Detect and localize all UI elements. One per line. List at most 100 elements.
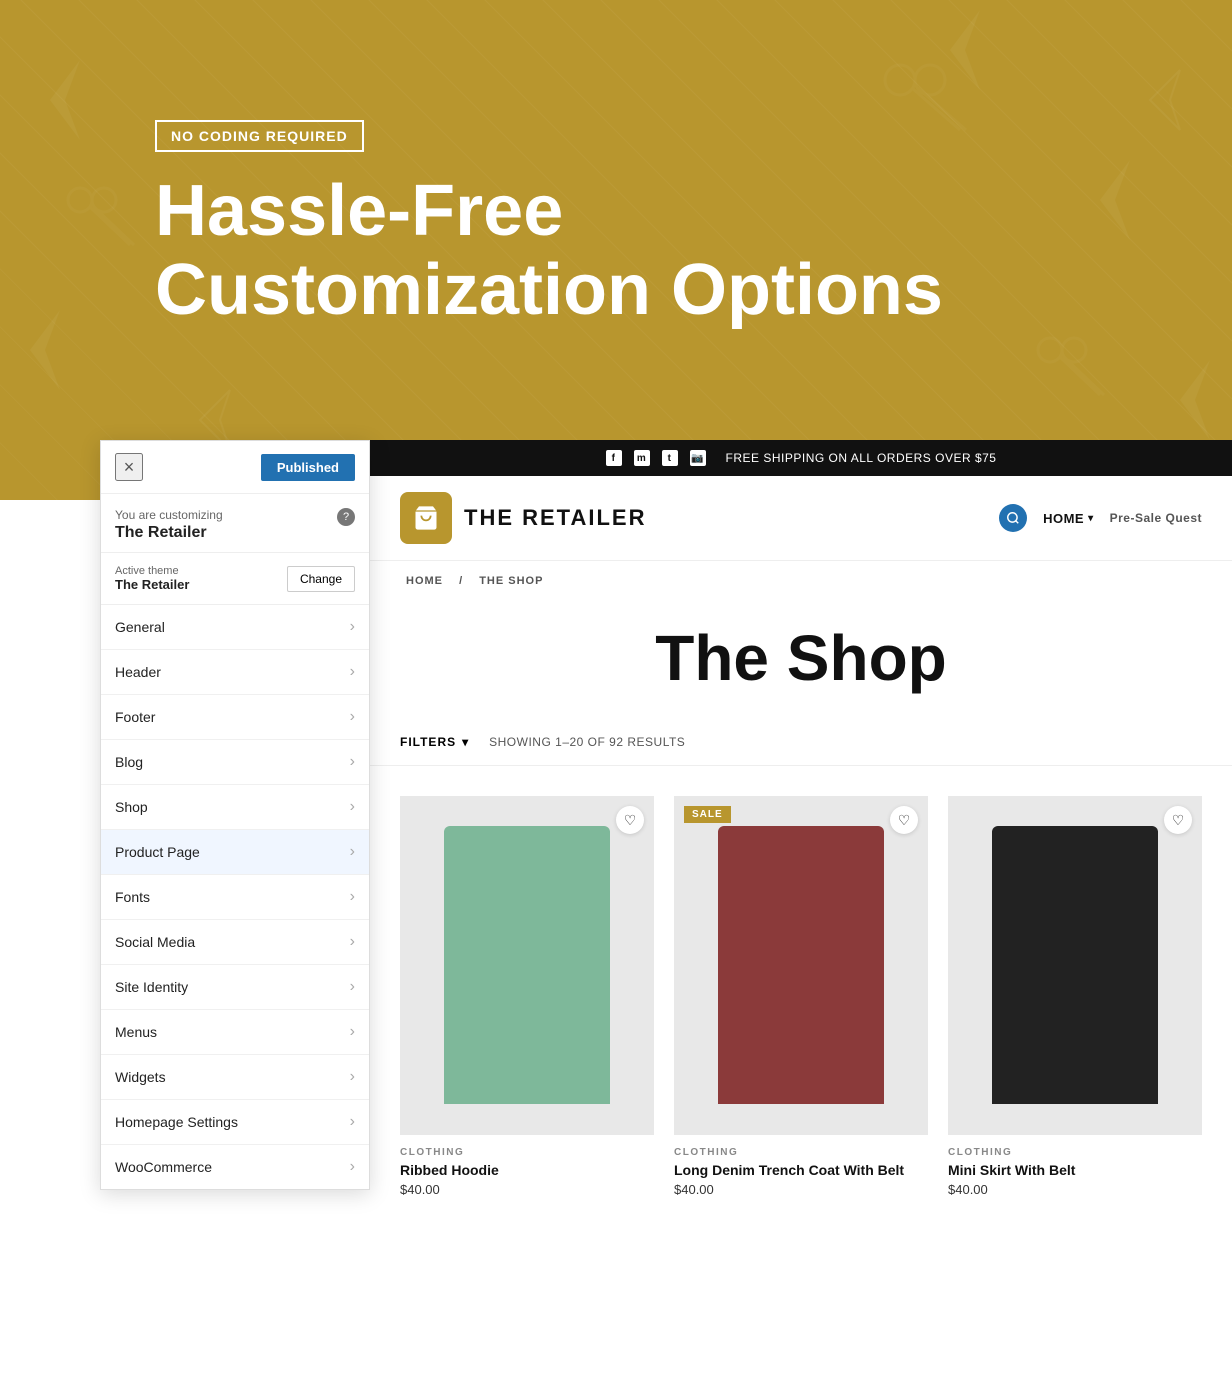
menu-item-social-media[interactable]: Social Media › — [101, 920, 369, 965]
hero-title: Hassle-Free Customization Options — [155, 172, 943, 330]
menu-item-label: Header — [115, 664, 161, 680]
product-grid: ♡ CLOTHING Ribbed Hoodie $40.00 SALE ♡ CLOTHIN… — [370, 786, 1232, 1207]
close-button[interactable]: × — [115, 453, 143, 481]
product-card: ♡ CLOTHING Ribbed Hoodie $40.00 — [390, 786, 664, 1207]
nav-search-icon[interactable] — [999, 504, 1027, 532]
preview-area: f m t 📷 FREE SHIPPING ON ALL ORDERS OVER… — [370, 440, 1232, 1400]
store-name: THE RETAILER — [464, 505, 646, 531]
facebook-icon: f — [606, 450, 622, 466]
chevron-right-icon: › — [350, 1023, 355, 1041]
nav-presale-link[interactable]: Pre-Sale Quest — [1110, 511, 1202, 525]
topbar-text: FREE SHIPPING ON ALL ORDERS OVER $75 — [726, 451, 997, 465]
social-icons: f m t 📷 — [606, 450, 706, 466]
product-price: $40.00 — [948, 1182, 1202, 1197]
product-thumbnail — [718, 826, 883, 1104]
active-theme-name: The Retailer — [115, 577, 189, 592]
no-coding-badge: NO CODING REQUIRED — [155, 120, 364, 152]
product-image[interactable]: ♡ — [400, 796, 654, 1135]
customizer-title-section: You are customizing The Retailer ? — [101, 494, 369, 553]
product-name[interactable]: Long Denim Trench Coat With Belt — [674, 1162, 928, 1178]
chevron-right-icon: › — [350, 843, 355, 861]
product-card: ♡ CLOTHING Mini Skirt With Belt $40.00 — [938, 786, 1212, 1207]
change-theme-button[interactable]: Change — [287, 566, 355, 592]
instagram-icon: 📷 — [690, 450, 706, 466]
active-theme-section: Active theme The Retailer Change — [101, 553, 369, 605]
chevron-right-icon: › — [350, 1068, 355, 1086]
chevron-right-icon: › — [350, 753, 355, 771]
product-thumbnail — [444, 826, 609, 1104]
menu-item-widgets[interactable]: Widgets › — [101, 1055, 369, 1100]
chevron-right-icon: › — [350, 888, 355, 906]
product-card: SALE ♡ CLOTHING Long Denim Trench Coat With… — [664, 786, 938, 1207]
menu-item-label: WooCommerce — [115, 1159, 212, 1175]
chevron-right-icon: › — [350, 798, 355, 816]
menu-item-homepage-settings[interactable]: Homepage Settings › — [101, 1100, 369, 1145]
menu-item-woocommerce[interactable]: WooCommerce › — [101, 1145, 369, 1190]
menu-item-label: Menus — [115, 1024, 157, 1040]
filters-button[interactable]: FILTERS ▾ — [400, 735, 469, 749]
menu-item-product-page[interactable]: Product Page › — [101, 830, 369, 875]
product-name[interactable]: Mini Skirt With Belt — [948, 1162, 1202, 1178]
menu-item-label: General — [115, 619, 165, 635]
menu-item-blog[interactable]: Blog › — [101, 740, 369, 785]
filter-bar: FILTERS ▾ SHOWING 1–20 OF 92 RESULTS — [370, 725, 1232, 766]
chevron-right-icon: › — [350, 708, 355, 726]
chevron-right-icon: › — [350, 663, 355, 681]
menu-item-site-identity[interactable]: Site Identity› — [101, 965, 369, 1010]
product-price: $40.00 — [400, 1182, 654, 1197]
product-category: CLOTHING — [400, 1147, 654, 1158]
sale-badge: SALE — [684, 806, 731, 823]
active-theme-label: Active theme — [115, 565, 189, 577]
menu-item-label: Homepage Settings — [115, 1114, 238, 1130]
product-image[interactable]: SALE ♡ — [674, 796, 928, 1135]
product-price: $40.00 — [674, 1182, 928, 1197]
customizer-header: × Published — [101, 441, 369, 494]
messenger-icon: m — [634, 450, 650, 466]
menu-item-label: Blog — [115, 754, 143, 770]
breadcrumb-home: HOME — [406, 575, 443, 587]
product-category: CLOTHING — [948, 1147, 1202, 1158]
breadcrumb: HOME / THE SHOP — [370, 561, 1232, 601]
store-topbar: f m t 📷 FREE SHIPPING ON ALL ORDERS OVER… — [370, 440, 1232, 476]
logo-icon — [400, 492, 452, 544]
customizing-name: The Retailer — [115, 524, 223, 542]
store-header: THE RETAILER HOME ▾ Pre-Sale Quest — [370, 476, 1232, 561]
breadcrumb-shop: THE SHOP — [479, 575, 543, 587]
menu-item-general[interactable]: General › — [101, 605, 369, 650]
menu-item-fonts[interactable]: Fonts › — [101, 875, 369, 920]
chevron-right-icon: › — [350, 618, 355, 636]
customizing-label: You are customizing — [115, 508, 223, 522]
hero-content: NO CODING REQUIRED Hassle-Free Customiza… — [155, 120, 943, 330]
menu-item-header[interactable]: Header › — [101, 650, 369, 695]
wishlist-button[interactable]: ♡ — [1164, 806, 1192, 834]
customizer-panel: × Published You are customizing The Reta… — [100, 440, 370, 1190]
menu-item-menus[interactable]: Menus › — [101, 1010, 369, 1055]
product-thumbnail — [992, 826, 1157, 1104]
product-name[interactable]: Ribbed Hoodie — [400, 1162, 654, 1178]
menu-item-label: Widgets — [115, 1069, 166, 1085]
shop-title: The Shop — [370, 601, 1232, 725]
chevron-right-icon: › — [350, 933, 355, 951]
menu-item-shop[interactable]: Shop › — [101, 785, 369, 830]
menu-item-label: Product Page — [115, 844, 200, 860]
menu-item-label: Site Identity — [115, 979, 188, 995]
wishlist-button[interactable]: ♡ — [616, 806, 644, 834]
breadcrumb-separator: / — [459, 575, 463, 587]
store-nav: HOME ▾ Pre-Sale Quest — [999, 504, 1202, 532]
wishlist-button[interactable]: ♡ — [890, 806, 918, 834]
menu-item-footer[interactable]: Footer › — [101, 695, 369, 740]
shopping-bag-icon — [412, 504, 440, 532]
chevron-right-icon: › — [350, 1158, 355, 1176]
results-text: SHOWING 1–20 OF 92 RESULTS — [489, 735, 685, 749]
product-category: CLOTHING — [674, 1147, 928, 1158]
menu-item-label: Footer — [115, 709, 155, 725]
help-icon[interactable]: ? — [337, 508, 355, 526]
product-image[interactable]: ♡ — [948, 796, 1202, 1135]
menu-item-label: Social Media — [115, 934, 195, 950]
published-button[interactable]: Published — [261, 454, 355, 481]
menu-item-label: Fonts — [115, 889, 150, 905]
twitter-icon: t — [662, 450, 678, 466]
chevron-right-icon: › — [350, 1113, 355, 1131]
nav-home-link[interactable]: HOME ▾ — [1043, 511, 1094, 526]
menu-item-label: Shop — [115, 799, 148, 815]
